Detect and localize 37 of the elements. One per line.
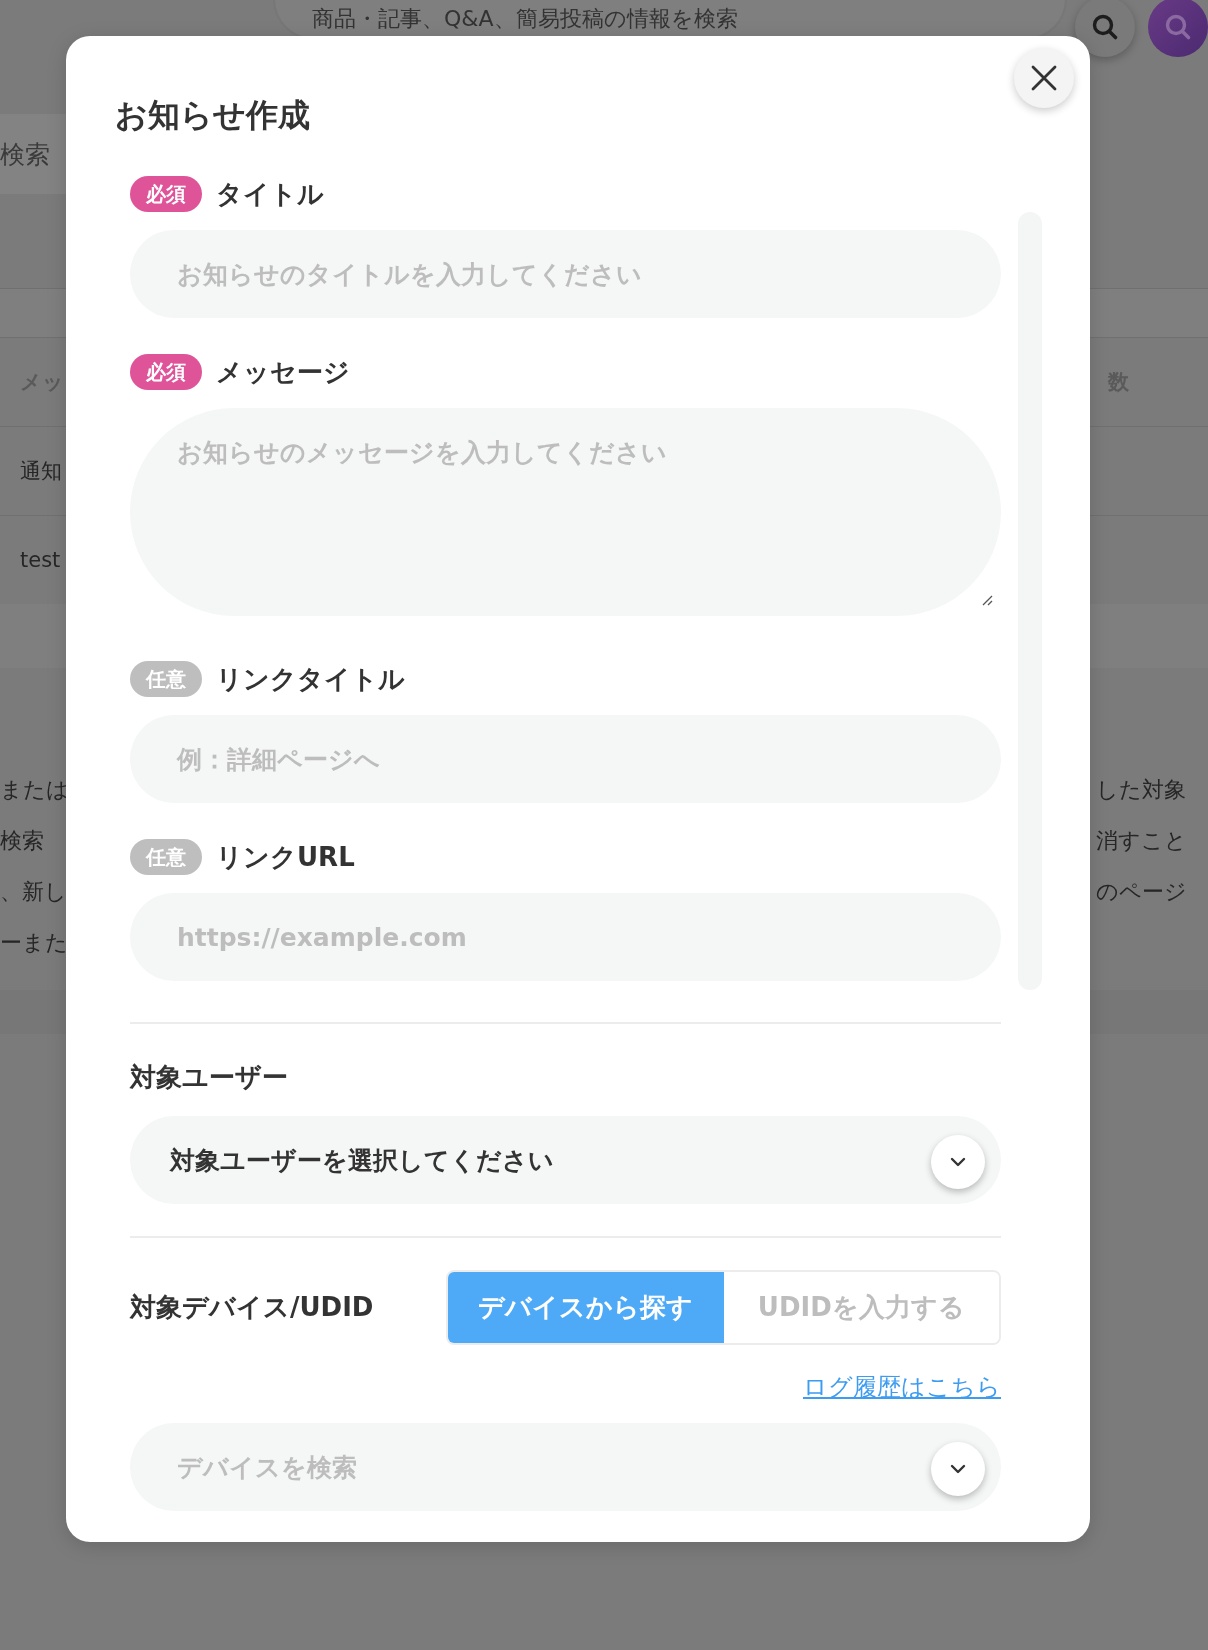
segment-tab[interactable]: デバイスから探す [448,1272,724,1343]
optional-badge: 任意 [130,661,202,697]
field-label: メッセージ [216,355,350,389]
search-icon [1090,12,1120,42]
field-label: タイトル [216,177,324,211]
input-field[interactable]: https://example.com [130,893,1001,981]
chevron-down-icon[interactable] [931,1442,985,1496]
paragraph-text: 、新し [0,877,67,906]
device-search-select[interactable]: デバイスを検索 [130,1423,1001,1511]
field-label: リンクタイトル [216,662,405,696]
field-label: 対象デバイス/UDID [130,1291,374,1324]
close-button[interactable] [1014,48,1074,108]
input-field[interactable]: お知らせのタイトルを入力してください [130,230,1001,318]
modal-title: お知らせ作成 [115,95,311,136]
search-icon [1163,12,1193,42]
field-label: リンクURL [216,840,355,874]
field-label: 対象ユーザー [130,1061,288,1094]
required-badge: 必須 [130,354,202,390]
paragraph-text: ーまた [0,928,68,957]
input-field[interactable]: 例：詳細ページへ [130,715,1001,803]
search-field[interactable]: 商品・記事、Q&A、簡易投稿の情報を検索 [275,0,1065,38]
paragraph-text: または [0,775,69,804]
optional-badge: 任意 [130,839,202,875]
table-cell: test [20,548,61,572]
message-input-field[interactable]: お知らせのメッセージを入力してください [130,408,1001,616]
chevron-down-icon[interactable] [931,1135,985,1189]
required-badge: 必須 [130,176,202,212]
table-cell-text: 通知 [20,458,62,485]
user-select[interactable]: 対象ユーザーを選択してください [130,1116,1001,1204]
log-history-link[interactable]: ログ履歴はこちら [803,1373,1001,1401]
paragraph-text: のページ [1096,877,1188,906]
close-icon [1031,65,1057,91]
resize-handle-icon[interactable] [981,594,993,606]
paragraph-text: 消すこと [1096,826,1188,855]
search-button[interactable] [1075,0,1135,57]
paragraph-text: 検索 [0,826,44,855]
paragraph-text: した対象 [1096,775,1187,804]
